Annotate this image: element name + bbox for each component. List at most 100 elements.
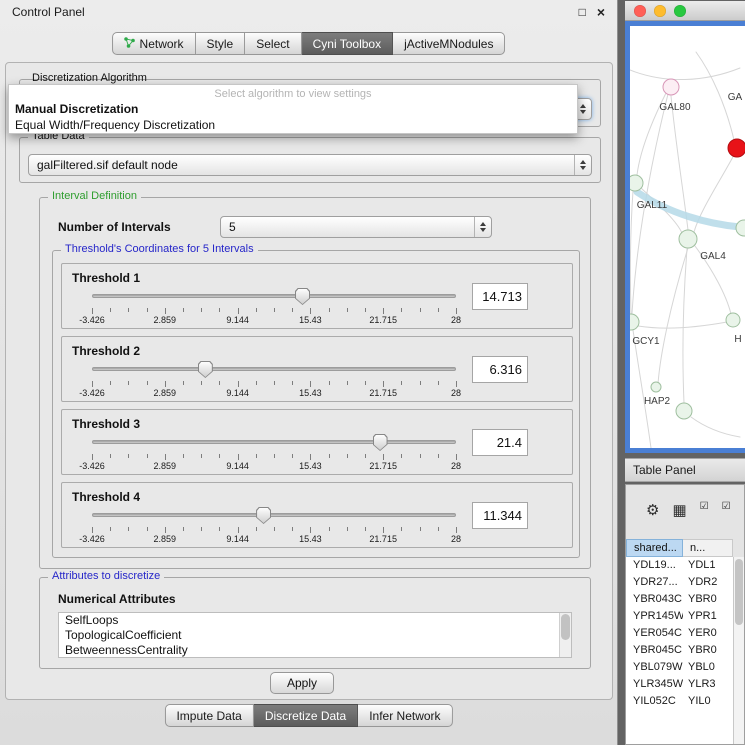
- table-cell[interactable]: YDR27...: [626, 574, 683, 591]
- network-node[interactable]: [663, 79, 679, 95]
- table-cell[interactable]: YLR3: [683, 676, 733, 693]
- table-row[interactable]: YLR345WYLR3: [626, 676, 733, 693]
- column-header-shared-name[interactable]: shared...: [626, 539, 683, 557]
- threshold-4-panel: Threshold 4 -3.4262.8599.14415.4321.7152…: [61, 482, 573, 548]
- tab-select[interactable]: Select: [245, 32, 301, 55]
- table-row[interactable]: YBR045CYBR0: [626, 642, 733, 659]
- scrollbar-thumb[interactable]: [561, 614, 570, 640]
- tab-impute-data[interactable]: Impute Data: [164, 704, 253, 727]
- table-cell[interactable]: YDL1: [683, 557, 733, 574]
- table-cell[interactable]: YIL052C: [626, 693, 683, 710]
- table-row[interactable]: YIL052CYIL0: [626, 693, 733, 710]
- slider-scale: -3.4262.8599.14415.4321.71528: [92, 527, 456, 545]
- list-item[interactable]: BetweennessCentrality: [59, 643, 571, 658]
- list-item[interactable]: TopologicalCoefficient: [59, 628, 571, 643]
- tab-jactivemnodules[interactable]: jActiveMNodules: [393, 32, 505, 55]
- slider-thumb[interactable]: [198, 361, 213, 378]
- network-node[interactable]: [726, 313, 740, 327]
- table-cell[interactable]: YBR0: [683, 591, 733, 608]
- network-node-label: H: [734, 334, 741, 345]
- network-node-label: GAL80: [659, 102, 691, 113]
- threshold-4-value-input[interactable]: [472, 502, 528, 529]
- table-scrollbar[interactable]: [733, 557, 744, 744]
- control-panel-window: Control Panel □ × Network Style S: [0, 0, 618, 745]
- zoom-traffic-light-icon[interactable]: [674, 5, 686, 17]
- threshold-label: Threshold 3: [72, 417, 140, 431]
- table-cell[interactable]: YLR345W: [626, 676, 683, 693]
- table-row[interactable]: YBL079WYBL0: [626, 659, 733, 676]
- network-node-label: GCY1: [632, 336, 660, 347]
- network-node[interactable]: [679, 230, 697, 248]
- slider-track[interactable]: [92, 367, 456, 371]
- network-node[interactable]: [651, 382, 661, 392]
- bottom-tabs: Impute Data Discretize Data Infer Networ…: [164, 704, 452, 727]
- network-node-label: GAL4: [700, 251, 726, 262]
- threshold-1-value-input[interactable]: [472, 283, 528, 310]
- tab-discretize-data[interactable]: Discretize Data: [254, 704, 358, 727]
- float-window-icon[interactable]: □: [579, 6, 586, 18]
- select-all-checkbox-icon[interactable]: ☑: [700, 502, 709, 512]
- threshold-2-value-input[interactable]: [472, 356, 528, 383]
- threshold-2-slider[interactable]: [92, 361, 456, 378]
- table-cell[interactable]: YBR0: [683, 642, 733, 659]
- table-cell[interactable]: YER054C: [626, 625, 683, 642]
- table-row[interactable]: YER054CYER0: [626, 625, 733, 642]
- table-cell[interactable]: YBL079W: [626, 659, 683, 676]
- slider-track[interactable]: [92, 440, 456, 444]
- network-node[interactable]: [728, 139, 745, 157]
- tab-label: jActiveMNodules: [404, 37, 493, 51]
- list-item[interactable]: SelfLoops: [59, 613, 571, 628]
- table-row[interactable]: YBR043CYBR0: [626, 591, 733, 608]
- table-cell[interactable]: YPR1: [683, 608, 733, 625]
- table-cell[interactable]: YBL0: [683, 659, 733, 676]
- list-scrollbar[interactable]: [559, 613, 571, 657]
- table-cell[interactable]: YDR2: [683, 574, 733, 591]
- table-cell[interactable]: YPR145W: [626, 608, 683, 625]
- gear-icon[interactable]: ⚙: [646, 503, 659, 518]
- table-row[interactable]: YPR145WYPR1: [626, 608, 733, 625]
- popup-item-manual-discretization[interactable]: Manual Discretization: [15, 102, 571, 116]
- tab-label: Cyni Toolbox: [313, 37, 381, 51]
- threshold-1-slider[interactable]: [92, 288, 456, 305]
- apply-button[interactable]: Apply: [270, 672, 334, 694]
- table-row[interactable]: YDL19...YDL1: [626, 557, 733, 574]
- tab-network[interactable]: Network: [112, 32, 196, 55]
- table-cell[interactable]: YBR043C: [626, 591, 683, 608]
- threshold-3-slider[interactable]: [92, 434, 456, 451]
- table-cell[interactable]: YER0: [683, 625, 733, 642]
- table-row[interactable]: YDR27...YDR2: [626, 574, 733, 591]
- slider-thumb[interactable]: [373, 434, 388, 451]
- number-of-intervals-combobox[interactable]: 5: [220, 216, 492, 238]
- table-cell[interactable]: YDL19...: [626, 557, 683, 574]
- network-node[interactable]: [736, 220, 745, 236]
- numerical-attributes-list: SelfLoops TopologicalCoefficient Between…: [58, 612, 572, 658]
- scrollbar-thumb[interactable]: [735, 559, 743, 625]
- network-canvas[interactable]: GAL80GAGAL11GAL4GCY1HHAP2: [625, 21, 745, 453]
- columns-icon[interactable]: ▦: [672, 503, 686, 518]
- network-node[interactable]: [630, 314, 639, 330]
- slider-track[interactable]: [92, 294, 456, 298]
- network-node[interactable]: [630, 175, 643, 191]
- select-none-checkbox-icon[interactable]: ☑: [722, 502, 731, 512]
- close-traffic-light-icon[interactable]: [634, 5, 646, 17]
- table-cell[interactable]: YBR045C: [626, 642, 683, 659]
- column-header-name[interactable]: n...: [683, 539, 733, 557]
- threshold-label: Threshold 2: [72, 344, 140, 358]
- slider-thumb[interactable]: [295, 288, 310, 305]
- table-cell[interactable]: YIL0: [683, 693, 733, 710]
- popup-item-equal-width-frequency[interactable]: Equal Width/Frequency Discretization: [15, 118, 571, 132]
- network-node[interactable]: [676, 403, 692, 419]
- network-node-label: HAP2: [644, 396, 671, 407]
- slider-thumb[interactable]: [256, 507, 271, 524]
- network-node-label: GA: [728, 92, 743, 103]
- threshold-4-slider[interactable]: [92, 507, 456, 524]
- tab-cyni-toolbox[interactable]: Cyni Toolbox: [302, 32, 393, 55]
- close-window-icon[interactable]: ×: [597, 5, 605, 19]
- network-icon: [124, 37, 135, 51]
- tab-infer-network[interactable]: Infer Network: [358, 704, 452, 727]
- slider-track[interactable]: [92, 513, 456, 517]
- minimize-traffic-light-icon[interactable]: [654, 5, 666, 17]
- table-data-combobox[interactable]: galFiltered.sif default node: [28, 154, 592, 176]
- threshold-3-value-input[interactable]: [472, 429, 528, 456]
- tab-style[interactable]: Style: [196, 32, 246, 55]
